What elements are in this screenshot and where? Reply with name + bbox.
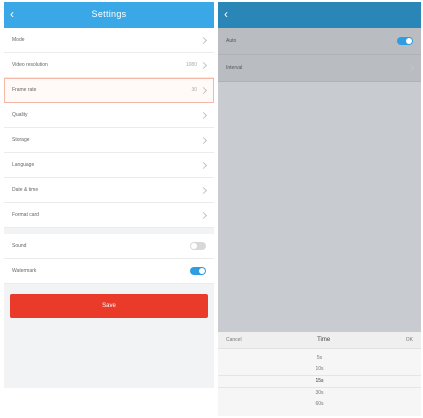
- chevron-right-icon: [199, 211, 208, 219]
- chevron-right-icon: [199, 186, 208, 194]
- row-label: Format card: [12, 212, 39, 218]
- settings-row-mode[interactable]: Mode: [4, 28, 214, 53]
- row-label: Frame rate: [12, 87, 37, 93]
- save-button[interactable]: Save: [10, 294, 208, 318]
- picker-title: Time: [317, 337, 331, 343]
- chevron-right-icon: [199, 61, 208, 69]
- settings-row-sound: Sound: [4, 234, 214, 259]
- settings-screen: ‹ Settings Mode Video resolution 1080 Fr…: [4, 2, 214, 388]
- picker-option[interactable]: 30s: [218, 388, 421, 399]
- chevron-right-icon: [199, 86, 208, 94]
- row-label: Auto: [226, 38, 237, 44]
- settings-header: ‹ Settings: [4, 2, 214, 28]
- picker-cancel-button[interactable]: Cancel: [226, 337, 242, 343]
- row-label: Watermark: [12, 268, 37, 274]
- settings-row-language[interactable]: Language: [4, 153, 214, 178]
- settings-row-storage[interactable]: Storage: [4, 128, 214, 153]
- settings-row-quality[interactable]: Quality: [4, 103, 214, 128]
- row-label: Mode: [12, 37, 25, 43]
- picker-option[interactable]: 5s: [218, 353, 421, 364]
- row-label: Interval: [226, 65, 243, 71]
- settings-list: Mode Video resolution 1080 Frame rate 30…: [4, 28, 214, 228]
- chevron-right-icon: [199, 111, 208, 119]
- time-lapse-list: Auto Interval: [218, 28, 421, 82]
- picker-option[interactable]: 10s: [218, 364, 421, 375]
- chevron-right-icon: [199, 161, 208, 169]
- row-label: Storage: [12, 137, 30, 143]
- sound-toggle[interactable]: [190, 242, 206, 250]
- settings-row-date-time[interactable]: Date & time: [4, 178, 214, 203]
- row-value: 1080: [185, 62, 197, 68]
- time-lapse-screen: ‹ Auto Interval Cancel Time OK 5s 10s 15…: [218, 2, 421, 416]
- toggle-list: Sound Watermark: [4, 234, 214, 284]
- hint-text: [218, 82, 421, 94]
- row-value: 30: [191, 87, 197, 93]
- chevron-right-icon: [199, 36, 208, 44]
- picker-header: Cancel Time OK: [218, 332, 421, 349]
- settings-row-auto: Auto: [218, 28, 421, 55]
- settings-row-frame-rate[interactable]: Frame rate 30: [4, 78, 214, 103]
- watermark-toggle[interactable]: [190, 267, 206, 275]
- row-label: Video resolution: [12, 62, 48, 68]
- time-lapse-header: ‹: [218, 2, 421, 28]
- row-label: Sound: [12, 243, 27, 249]
- settings-row-interval[interactable]: Interval: [218, 55, 421, 82]
- save-area: Save: [4, 284, 214, 328]
- row-label: Date & time: [12, 187, 39, 193]
- chevron-left-icon[interactable]: ‹: [224, 7, 228, 21]
- time-picker: Cancel Time OK 5s 10s 15s 30s 60s: [218, 332, 421, 416]
- picker-ok-button[interactable]: OK: [406, 337, 413, 343]
- page-title: Settings: [91, 9, 127, 19]
- row-label: Quality: [12, 112, 28, 118]
- settings-row-resolution[interactable]: Video resolution 1080: [4, 53, 214, 78]
- settings-row-watermark: Watermark: [4, 259, 214, 284]
- auto-toggle[interactable]: [397, 37, 413, 45]
- chevron-right-icon: [406, 64, 415, 72]
- picker-options[interactable]: 5s 10s 15s 30s 60s: [218, 349, 421, 410]
- chevron-right-icon: [199, 136, 208, 144]
- settings-row-format[interactable]: Format card: [4, 203, 214, 228]
- row-label: Language: [12, 162, 35, 168]
- picker-option-selected[interactable]: 15s: [218, 375, 421, 388]
- picker-option[interactable]: 60s: [218, 399, 421, 410]
